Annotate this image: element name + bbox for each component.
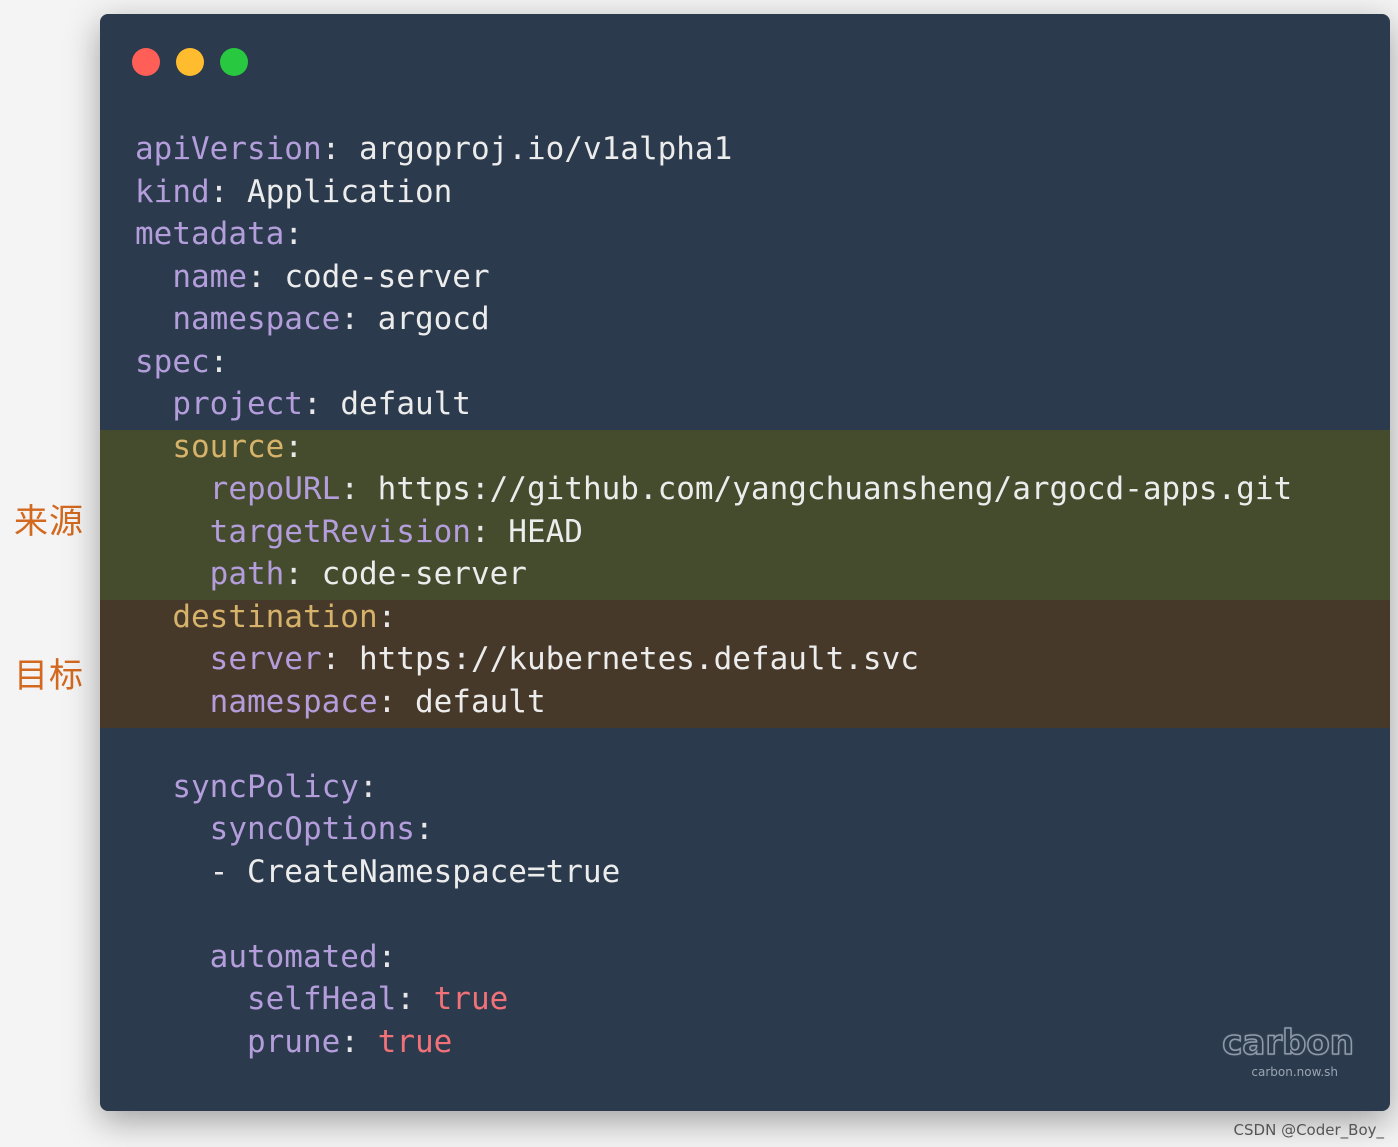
maximize-button[interactable]	[220, 48, 248, 76]
yaml-key: project	[172, 386, 303, 422]
code-line: syncPolicy:	[172, 768, 378, 805]
carbon-url: carbon.now.sh	[1251, 1065, 1338, 1079]
yaml-key: namespace	[172, 301, 341, 337]
yaml-key: repoURL	[209, 471, 341, 507]
code-line: path: code-server	[209, 556, 527, 592]
code-line: - CreateNamespace=true	[135, 851, 1292, 894]
yaml-key: namespace	[209, 683, 378, 720]
yaml-key: spec	[135, 343, 210, 380]
code-line: repoURL: https://github.com/yangchuanshe…	[209, 471, 1293, 507]
code-line: syncOptions:	[209, 811, 434, 847]
destination-label: 目标	[14, 656, 84, 696]
yaml-key: source	[172, 428, 285, 465]
yaml-key: kind	[135, 173, 210, 210]
yaml-value: argocd	[377, 301, 490, 337]
code-line: kind: Application	[135, 173, 453, 210]
yaml-key: apiVersion	[135, 131, 322, 167]
yaml-bool-value: true	[433, 981, 509, 1017]
code-line: destination:	[172, 598, 397, 635]
watermark: CSDN @Coder_Boy_	[1233, 1121, 1384, 1139]
yaml-value: default	[414, 683, 546, 720]
code-line: source:	[172, 428, 303, 465]
yaml-key: metadata	[135, 216, 285, 252]
code-line: targetRevision: HEAD	[209, 513, 583, 550]
yaml-key: automated	[209, 938, 378, 975]
yaml-value: default	[340, 386, 471, 422]
yaml-key: selfHeal	[246, 981, 397, 1017]
code-line: metadata:	[135, 216, 303, 252]
code-line: automated:	[209, 938, 397, 975]
yaml-key: path	[209, 556, 285, 592]
yaml-key: targetRevision	[209, 513, 471, 550]
yaml-key: destination	[172, 598, 378, 635]
code-line: spec:	[135, 343, 229, 380]
yaml-key: prune	[246, 1023, 341, 1060]
yaml-value: Application	[247, 173, 453, 210]
yaml-key: name	[172, 258, 247, 295]
code-line: namespace: default	[209, 683, 546, 720]
carbon-logo: carbon	[1221, 1022, 1354, 1064]
yaml-key: syncOptions	[209, 811, 415, 847]
yaml-key: syncPolicy	[172, 768, 359, 805]
close-button[interactable]	[132, 48, 160, 76]
yaml-value: https://kubernetes.default.svc	[358, 641, 919, 677]
code-block: apiVersion: argoproj.io/v1alpha1 kind: Ap…	[135, 128, 1292, 1063]
code-line: name: code-server	[172, 258, 490, 295]
code-line: project: default	[172, 386, 471, 422]
yaml-bool-value: true	[377, 1023, 453, 1060]
minimize-button[interactable]	[176, 48, 204, 76]
yaml-value: HEAD	[508, 513, 583, 550]
yaml-value: code-server	[284, 258, 490, 295]
yaml-key: server	[209, 641, 322, 677]
code-line: selfHeal: true	[246, 981, 509, 1017]
code-line: prune: true	[246, 1023, 453, 1060]
code-line: namespace: argocd	[172, 301, 490, 337]
code-window: apiVersion: argoproj.io/v1alpha1 kind: Ap…	[100, 14, 1390, 1111]
code-line: apiVersion: argoproj.io/v1alpha1	[135, 131, 733, 167]
yaml-value: - CreateNamespace=true	[209, 853, 621, 890]
yaml-value: argoproj.io/v1alpha1	[358, 131, 733, 167]
yaml-value: code-server	[321, 556, 527, 592]
code-line: server: https://kubernetes.default.svc	[209, 641, 919, 677]
yaml-value: https://github.com/yangchuansheng/argocd…	[377, 471, 1293, 507]
source-label: 来源	[14, 502, 84, 542]
